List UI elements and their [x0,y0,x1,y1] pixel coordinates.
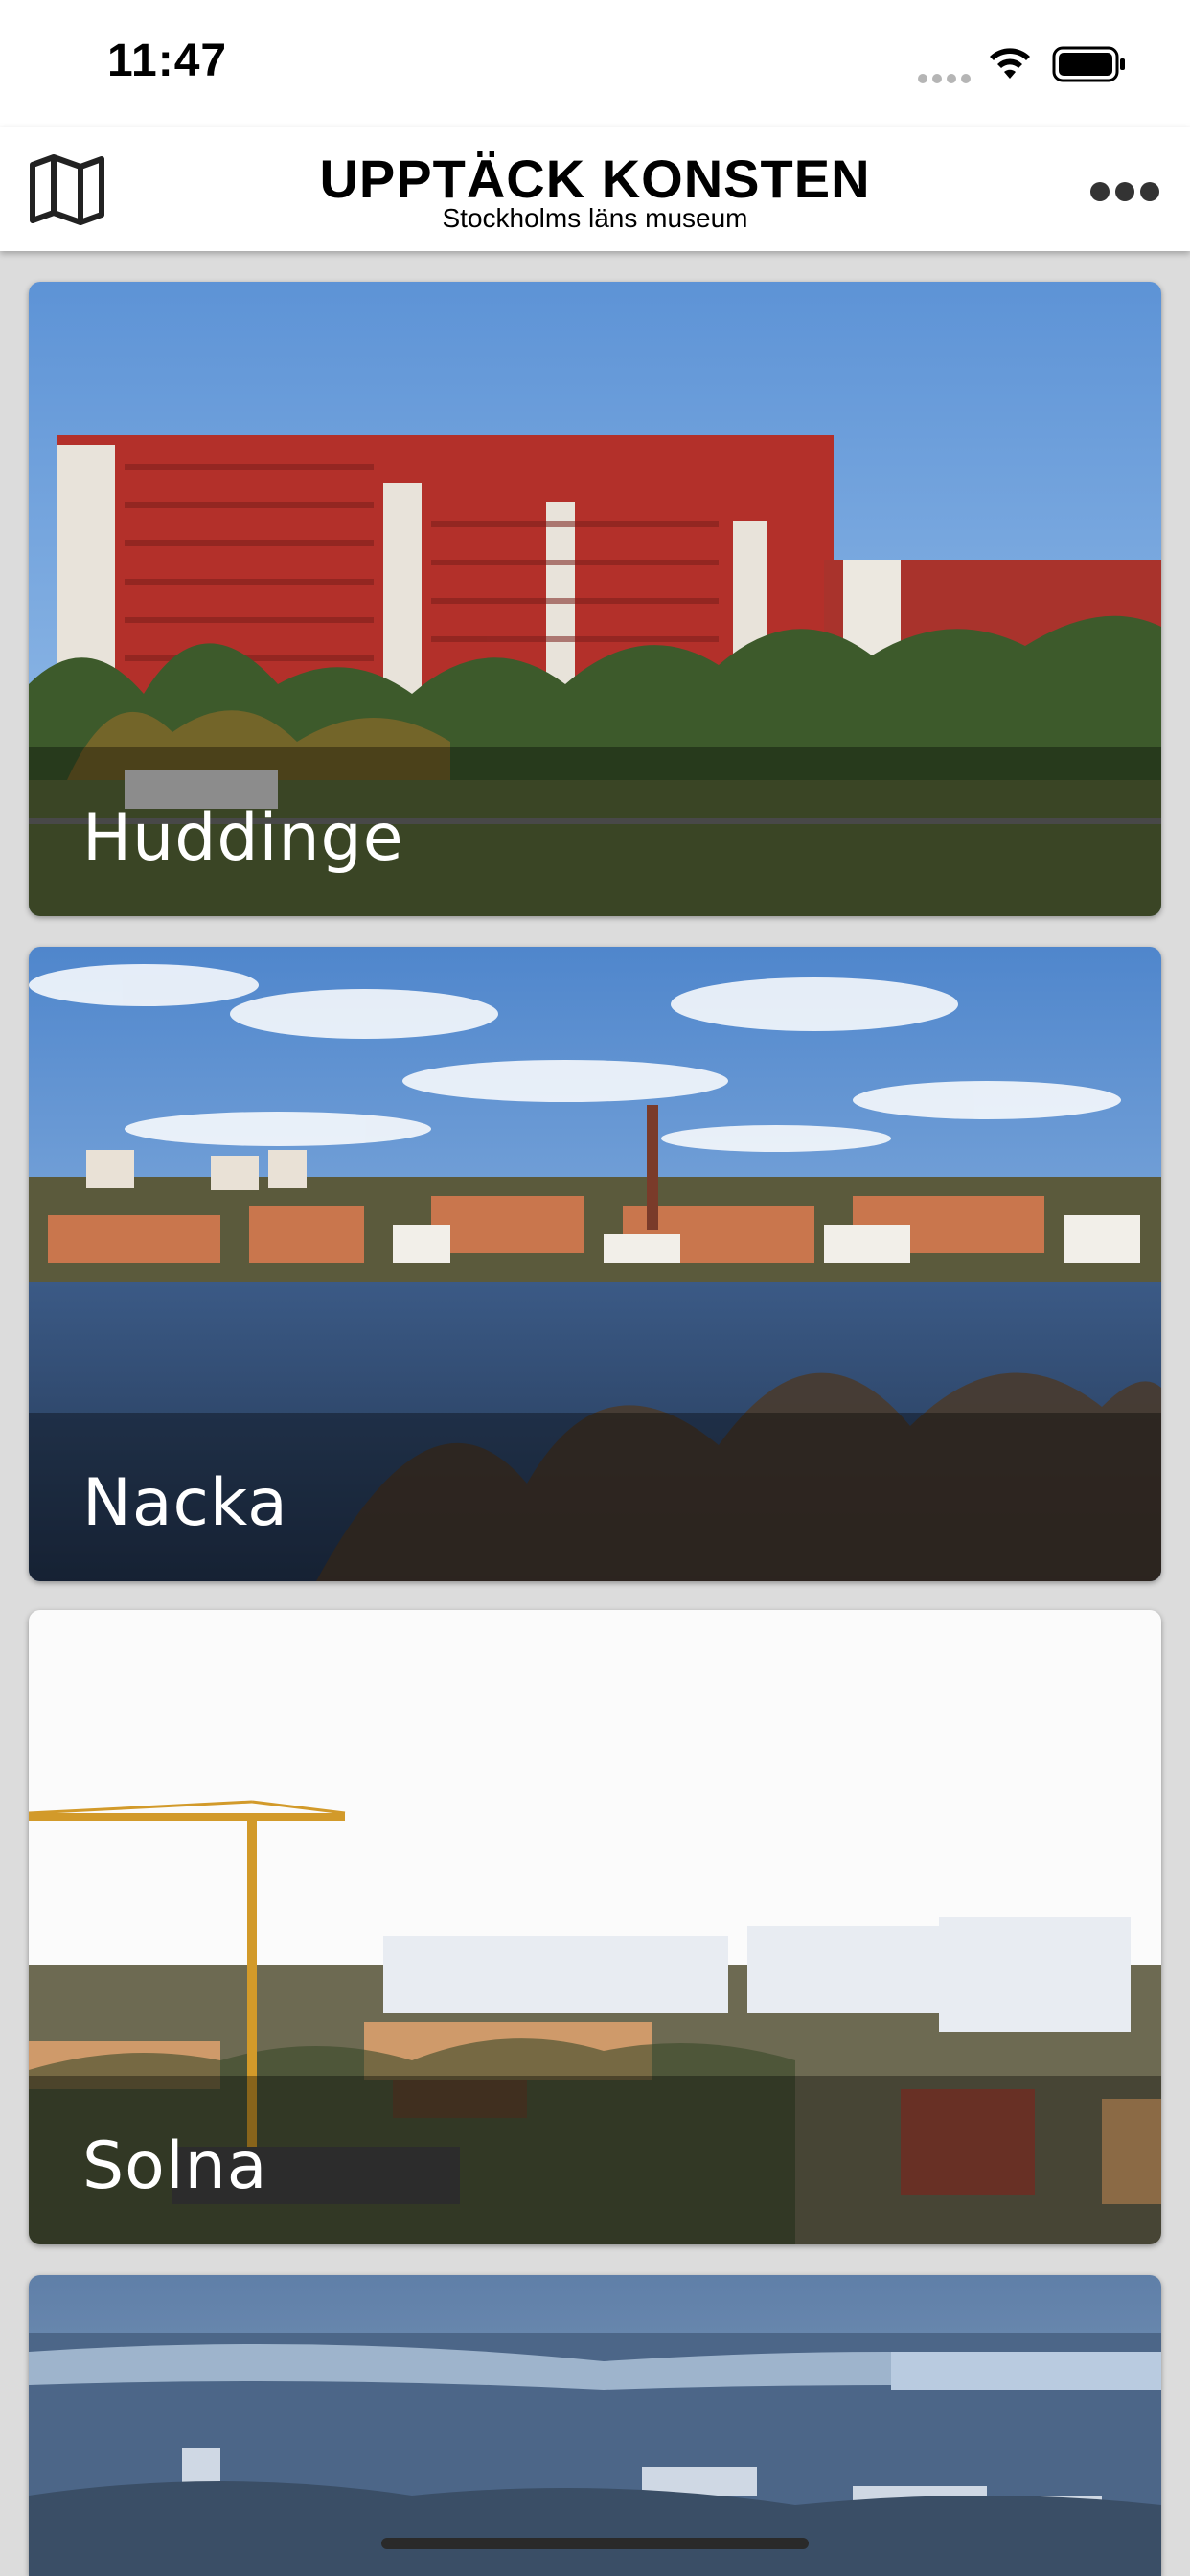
place-card-solna[interactable]: Solna [29,1610,1161,2244]
place-name: Huddinge [82,800,404,876]
cellular-signal-icon [918,71,975,88]
nav-bar: UPPTÄCK KONSTEN Stockholms läns museum [0,126,1190,251]
status-time: 11:47 [107,35,228,86]
place-card-nacka[interactable]: Nacka [29,947,1161,1581]
more-icon[interactable] [1090,182,1167,205]
place-name: Solna [82,2128,268,2204]
app-title: UPPTÄCK KONSTEN [319,149,871,209]
place-card-4[interactable] [29,2275,1161,2576]
place-name: Nacka [82,1465,288,1541]
status-bar: 11:47 [0,0,1190,126]
wifi-icon [990,48,1030,79]
app-subtitle: Stockholms läns museum [442,203,748,233]
place-card-huddinge[interactable]: Huddinge [29,282,1161,916]
home-indicator[interactable] [381,2538,809,2549]
place-image [29,2275,1161,2576]
battery-icon [1052,46,1125,82]
